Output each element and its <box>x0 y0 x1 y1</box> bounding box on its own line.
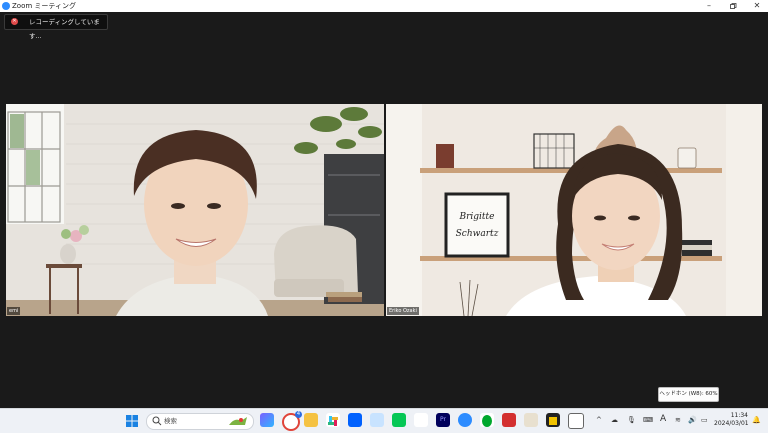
zoom-logo-icon <box>2 2 10 10</box>
ime-indicator[interactable]: A <box>660 414 666 424</box>
frame-text-1: Brigitte <box>459 212 495 222</box>
slack-icon[interactable] <box>326 413 340 427</box>
participant-name-tag: emi <box>7 307 21 315</box>
notion-icon[interactable] <box>568 413 584 429</box>
notification-bell-icon[interactable]: 🔔 <box>752 416 761 424</box>
search-placeholder: 検索 <box>164 417 177 425</box>
minimize-button[interactable]: – <box>697 0 721 12</box>
taskbar: 検索 4 Pr ^ ☁ 🎙 ⌨ A ≋ 🔊 ▭ 11:34 2024/03/01… <box>0 408 768 433</box>
pen-tool-icon[interactable] <box>524 413 538 427</box>
recording-label: レコーディングしています... <box>29 18 100 40</box>
file-explorer-icon[interactable] <box>304 413 318 427</box>
video-tile-eriko-ozaki[interactable]: Brigitte Schwartz Eriko Ozaki <box>386 104 762 316</box>
cloud-icon[interactable]: ☁ <box>611 416 618 424</box>
chrome-icon[interactable]: 4 <box>282 411 302 431</box>
battery-icon[interactable]: ▭ <box>701 416 708 424</box>
zoom-icon[interactable] <box>458 413 472 427</box>
microphone-icon[interactable]: 🎙 <box>627 416 636 424</box>
recording-stop-icon[interactable]: ✕ <box>11 18 18 25</box>
notification-badge: 4 <box>295 411 302 418</box>
video-feed-eriko-ozaki: Brigitte Schwartz <box>386 104 762 316</box>
wifi-icon[interactable]: ≋ <box>675 416 681 424</box>
search-highlight-icon <box>229 417 247 425</box>
sticky-notes-icon[interactable] <box>546 413 560 427</box>
chevron-up-icon[interactable]: ^ <box>596 416 602 424</box>
filezilla-icon[interactable] <box>502 413 516 427</box>
window-title: Zoom ミーティング <box>12 2 76 10</box>
taskbar-search[interactable]: 検索 <box>146 413 254 430</box>
search-icon <box>152 416 162 426</box>
video-feed-emi <box>6 104 384 316</box>
participant-name-tag: Eriko Ozaki <box>387 307 419 315</box>
keyboard-icon[interactable]: ⌨ <box>643 416 653 424</box>
snipping-tool-icon[interactable] <box>370 413 384 427</box>
close-button[interactable]: ✕ <box>745 0 768 12</box>
apple-icon[interactable] <box>414 413 428 427</box>
frame-text-2: Schwartz <box>456 229 499 239</box>
evernote-icon[interactable] <box>480 413 494 427</box>
clock-date: 2024/03/01 <box>714 420 749 427</box>
clock[interactable]: 11:34 2024/03/01 <box>714 412 749 428</box>
volume-tooltip: ヘッドホン (W8): 60% <box>658 387 719 402</box>
dropbox-icon[interactable] <box>348 413 362 427</box>
title-bar: Zoom ミーティング – ✕ <box>0 0 768 12</box>
windows-start-icon[interactable] <box>125 413 139 427</box>
maximize-button[interactable] <box>721 0 745 12</box>
copilot-icon[interactable] <box>260 413 274 427</box>
recording-indicator[interactable]: ✕ レコーディングしています... <box>4 14 108 40</box>
premiere-pro-icon[interactable]: Pr <box>436 413 450 427</box>
clock-time: 11:34 <box>730 412 748 419</box>
video-tile-emi[interactable]: emi <box>6 104 384 316</box>
restore-icon <box>730 3 737 9</box>
speaker-icon[interactable]: 🔊 <box>688 416 697 424</box>
line-icon[interactable] <box>392 413 406 427</box>
